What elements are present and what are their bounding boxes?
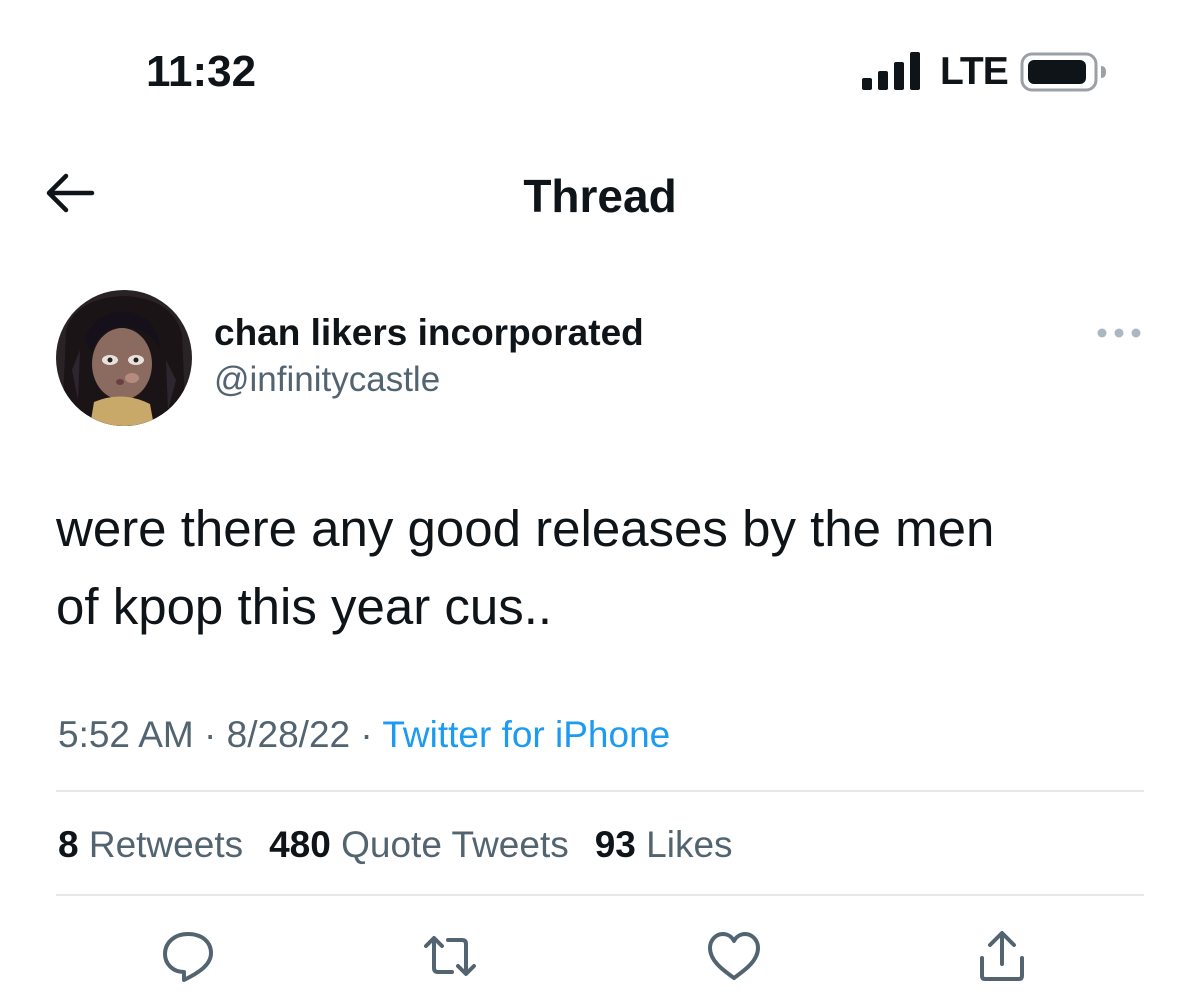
likes-count: 93 — [594, 824, 636, 865]
page-title: Thread — [523, 170, 677, 222]
meta-separator: · — [193, 714, 227, 755]
avatar-image — [56, 290, 192, 426]
retweets-count: 8 — [58, 824, 79, 865]
quotes-count: 480 — [269, 824, 331, 865]
retweets-label: Retweets — [88, 824, 244, 865]
tweet-meta: 5:52 AM · 8/28/22 · Twitter for iPhone — [58, 712, 670, 758]
reply-icon[interactable] — [160, 928, 216, 984]
quotes-label: Quote Tweets — [341, 824, 569, 865]
divider — [56, 790, 1144, 792]
tweet-text: were there any good releases by the men … — [56, 500, 995, 635]
avatar[interactable] — [56, 290, 192, 426]
likes-label: Likes — [646, 824, 733, 865]
cellular-signal-icon — [862, 52, 920, 90]
heart-icon[interactable] — [706, 928, 762, 984]
meta-separator: · — [350, 714, 383, 755]
more-horizontal-icon[interactable] — [1096, 326, 1142, 340]
likes-stat[interactable]: 93 Likes — [595, 824, 733, 865]
tweet-stats: 8 Retweets 480 Quote Tweets 93 Likes — [58, 822, 733, 868]
divider — [56, 894, 1144, 896]
tweet-date: 8/28/22 — [226, 714, 351, 755]
tweet-time: 5:52 AM — [58, 714, 194, 755]
battery-icon — [1020, 52, 1106, 92]
quotes-stat[interactable]: 480 Quote Tweets — [269, 824, 569, 865]
share-icon[interactable] — [974, 928, 1030, 984]
status-time: 11:32 — [146, 47, 257, 96]
author-display-name[interactable]: chan likers incorporated — [214, 310, 644, 356]
author-handle[interactable]: @infinitycastle — [214, 358, 440, 402]
retweets-stat[interactable]: 8 Retweets — [58, 824, 243, 865]
tweet-source-link[interactable]: Twitter for iPhone — [382, 714, 670, 755]
retweet-icon[interactable] — [422, 928, 478, 984]
network-type: LTE — [940, 50, 1009, 93]
